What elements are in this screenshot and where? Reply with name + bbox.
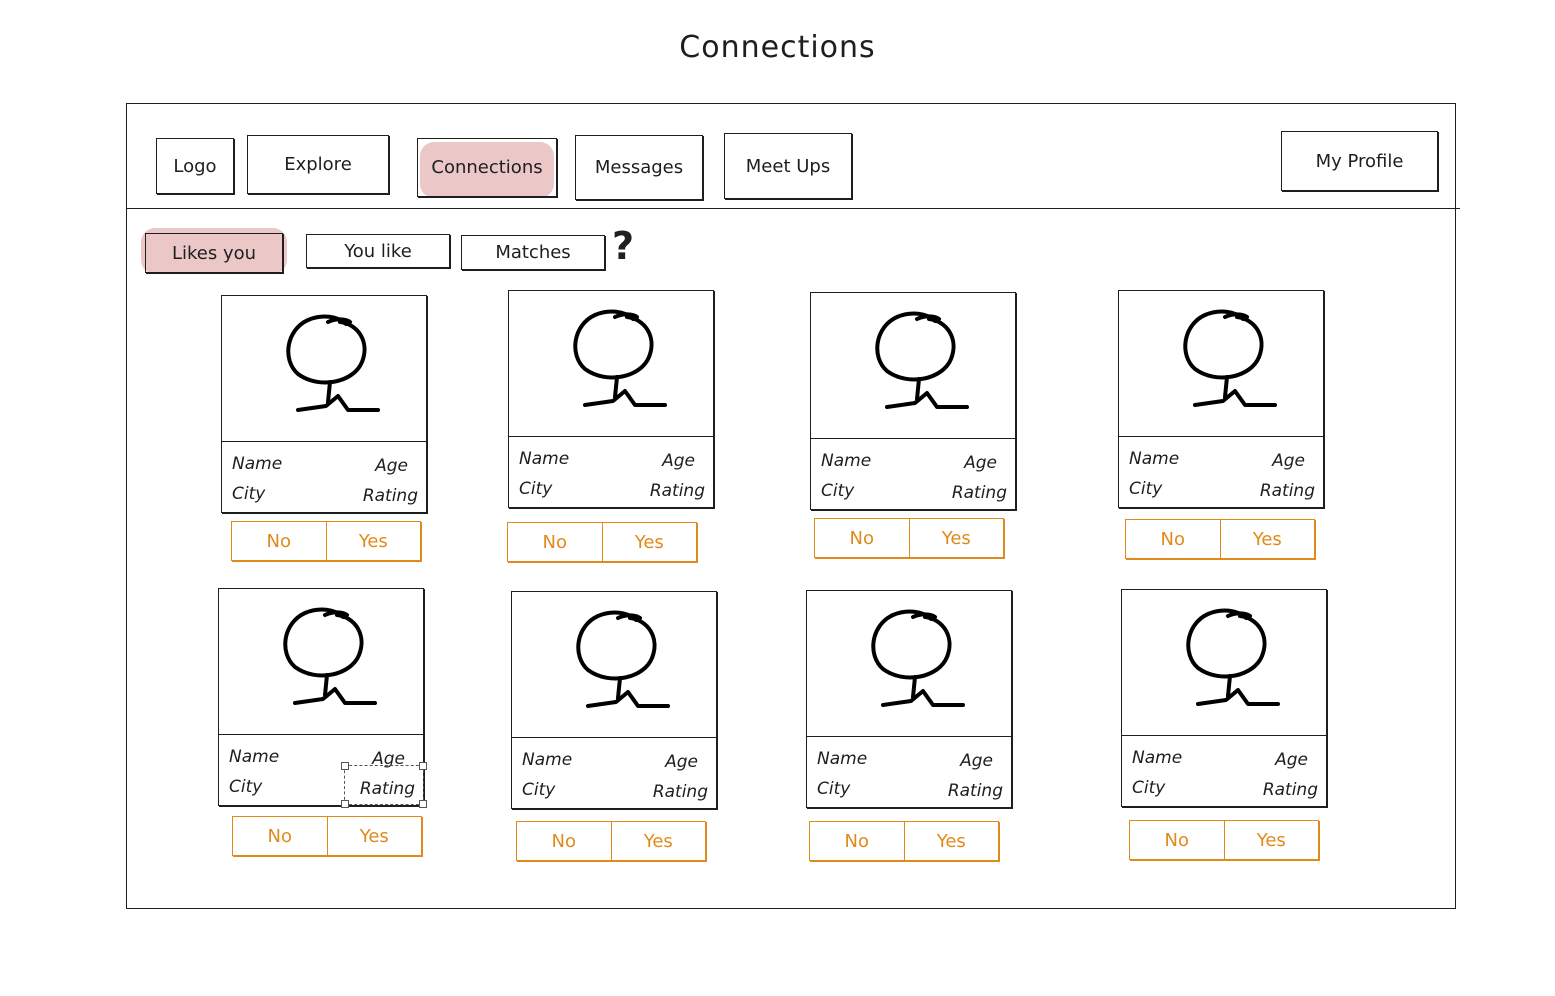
card-name: Name: [522, 750, 573, 770]
card-name: Name: [232, 454, 283, 474]
card-city: City: [817, 779, 851, 799]
tab-matches[interactable]: Matches: [461, 235, 605, 270]
no-button[interactable]: No: [815, 519, 909, 557]
person-sketch-icon: [1186, 608, 1280, 706]
yes-button[interactable]: Yes: [601, 523, 697, 561]
card-name: Name: [817, 749, 868, 769]
tab-you-like[interactable]: You like: [306, 234, 450, 268]
profile-card[interactable]: Name Age City Rating: [221, 295, 427, 513]
yes-button[interactable]: Yes: [325, 522, 421, 560]
resize-handle[interactable]: [419, 762, 427, 770]
card-name: Name: [519, 449, 570, 469]
resize-handle[interactable]: [419, 800, 427, 808]
avatar-placeholder: [509, 291, 713, 437]
page-title: Connections: [679, 30, 876, 65]
profile-card[interactable]: Name Age City Rating: [511, 591, 717, 809]
card-city: City: [232, 484, 266, 504]
avatar-placeholder: [807, 591, 1011, 737]
profile-card[interactable]: Name Age City Rating: [508, 290, 714, 508]
avatar-placeholder: [1122, 590, 1326, 736]
profile-card[interactable]: Name Age City Rating: [806, 590, 1012, 808]
card-name: Name: [229, 747, 280, 767]
resize-handle[interactable]: [341, 762, 349, 770]
nav-meetups-button[interactable]: Meet Ups: [724, 133, 852, 199]
card-rating: Rating: [649, 481, 705, 501]
no-button[interactable]: No: [232, 522, 326, 560]
selection-box: [341, 762, 427, 808]
nav-logo[interactable]: Logo: [156, 138, 234, 194]
person-sketch-icon: [283, 607, 377, 705]
card-name: Name: [1132, 748, 1183, 768]
avatar-placeholder: [512, 592, 716, 738]
card-age: Age: [665, 752, 698, 772]
card-rating: Rating: [1259, 481, 1315, 501]
card-actions: No Yes: [507, 522, 697, 562]
card-age: Age: [960, 751, 993, 771]
avatar-placeholder: [811, 293, 1015, 439]
card-rating: Rating: [951, 483, 1007, 503]
yes-button[interactable]: Yes: [326, 817, 422, 855]
card-city: City: [821, 481, 855, 501]
card-actions: No Yes: [809, 821, 999, 861]
person-sketch-icon: [576, 610, 670, 708]
no-button[interactable]: No: [233, 817, 327, 855]
profile-card[interactable]: Name Age City Rating: [810, 292, 1016, 510]
person-sketch-icon: [1183, 309, 1277, 407]
card-age: Age: [964, 453, 997, 473]
no-button[interactable]: No: [508, 523, 602, 561]
nav-messages-button[interactable]: Messages: [575, 135, 703, 200]
card-city: City: [1129, 479, 1163, 499]
card-actions: No Yes: [231, 521, 421, 561]
avatar-placeholder: [219, 589, 423, 735]
card-actions: No Yes: [814, 518, 1004, 558]
card-actions: No Yes: [516, 821, 706, 861]
card-rating: Rating: [362, 486, 418, 506]
card-city: City: [1132, 778, 1166, 798]
card-name: Name: [1129, 449, 1180, 469]
card-rating: Rating: [652, 782, 708, 802]
card-age: Age: [1275, 750, 1308, 770]
card-actions: No Yes: [1129, 820, 1319, 860]
avatar-placeholder: [222, 296, 426, 442]
avatar-placeholder: [1119, 291, 1323, 437]
resize-handle[interactable]: [341, 800, 349, 808]
person-sketch-icon: [286, 314, 380, 412]
yes-button[interactable]: Yes: [908, 519, 1004, 557]
yes-button[interactable]: Yes: [903, 822, 999, 860]
card-age: Age: [662, 451, 695, 471]
yes-button[interactable]: Yes: [1223, 821, 1319, 859]
card-rating: Rating: [1262, 780, 1318, 800]
no-button[interactable]: No: [1130, 821, 1224, 859]
no-button[interactable]: No: [1126, 520, 1220, 558]
card-actions: No Yes: [1125, 519, 1315, 559]
profile-card[interactable]: Name Age City Rating: [1118, 290, 1324, 508]
card-age: Age: [1272, 451, 1305, 471]
card-actions: No Yes: [232, 816, 422, 856]
yes-button[interactable]: Yes: [610, 822, 706, 860]
card-city: City: [229, 777, 263, 797]
person-sketch-icon: [871, 609, 965, 707]
nav-connections-button[interactable]: Connections: [417, 138, 557, 197]
card-name: Name: [821, 451, 872, 471]
no-button[interactable]: No: [810, 822, 904, 860]
yes-button[interactable]: Yes: [1219, 520, 1315, 558]
profile-card[interactable]: Name Age City Rating: [1121, 589, 1327, 807]
no-button[interactable]: No: [517, 822, 611, 860]
tab-likes-you[interactable]: Likes you: [145, 233, 283, 273]
nav-my-profile-button[interactable]: My Profile: [1281, 131, 1438, 191]
person-sketch-icon: [875, 311, 969, 409]
nav-explore-button[interactable]: Explore: [247, 135, 389, 194]
card-city: City: [519, 479, 553, 499]
card-age: Age: [375, 456, 408, 476]
card-city: City: [522, 780, 556, 800]
person-sketch-icon: [573, 309, 667, 407]
card-rating: Rating: [947, 781, 1003, 801]
header-divider: [126, 208, 1460, 209]
help-icon[interactable]: ?: [612, 224, 634, 268]
